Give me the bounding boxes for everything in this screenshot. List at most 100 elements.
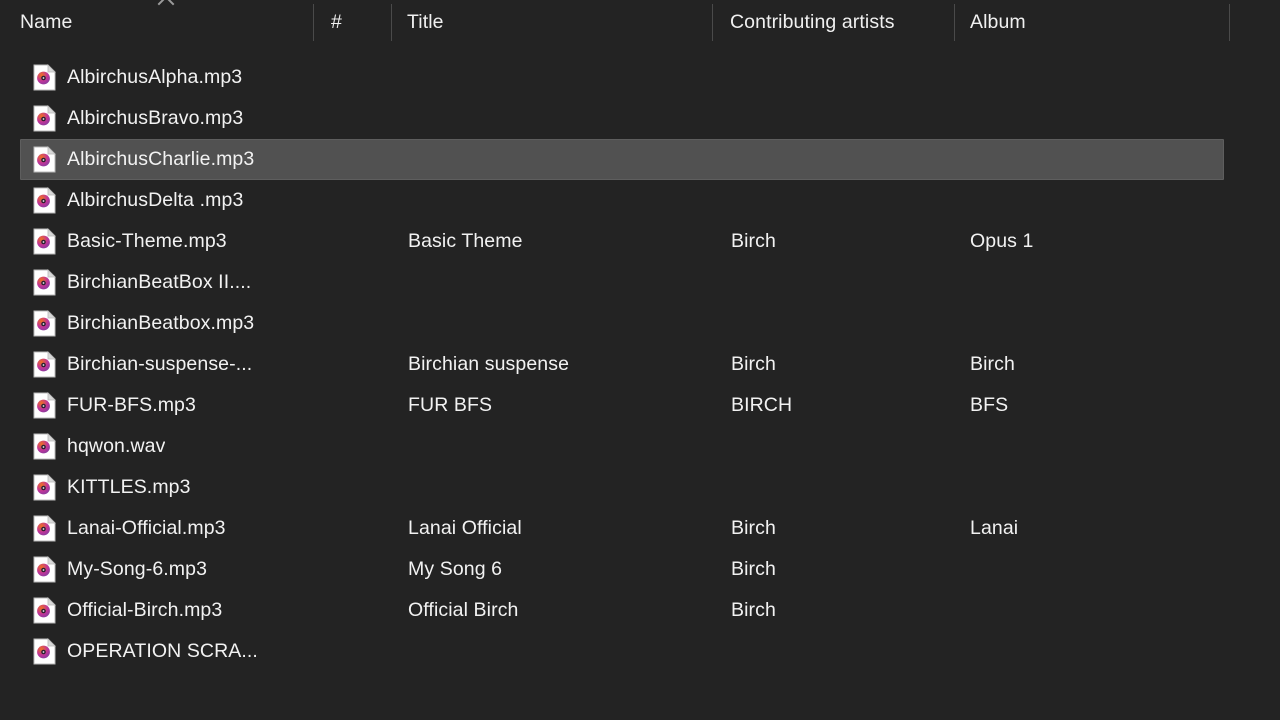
cell-contributing-artists[interactable]: Birch [714, 345, 954, 384]
column-divider-name-track[interactable] [313, 4, 314, 41]
cell-title[interactable] [393, 263, 711, 302]
cell-contributing-artists[interactable]: Birch [714, 550, 954, 589]
cell-title[interactable]: Birchian suspense [393, 345, 711, 384]
cell-album[interactable] [955, 591, 1223, 630]
cell-name[interactable]: OPERATION SCRA... [33, 632, 313, 671]
table-row[interactable]: AlbirchusDelta .mp3 [20, 180, 1224, 221]
cell-title[interactable]: Basic Theme [393, 222, 711, 261]
cell-name[interactable]: AlbirchusDelta .mp3 [33, 181, 313, 220]
cell-contributing-artists[interactable] [714, 140, 954, 179]
cell-name[interactable]: Birchian-suspense-... [33, 345, 313, 384]
cell-track-number[interactable] [315, 386, 393, 425]
cell-name[interactable]: BirchianBeatBox II.... [33, 263, 313, 302]
cell-name[interactable]: AlbirchusBravo.mp3 [33, 99, 313, 138]
column-header-contributing-artists[interactable]: Contributing artists [713, 0, 954, 45]
cell-track-number[interactable] [315, 468, 393, 507]
cell-name[interactable]: Official-Birch.mp3 [33, 591, 313, 630]
cell-name[interactable]: AlbirchusAlpha.mp3 [33, 58, 313, 97]
table-row[interactable]: FUR-BFS.mp3 FUR BFSBIRCHBFS [20, 385, 1224, 426]
cell-name[interactable]: My-Song-6.mp3 [33, 550, 313, 589]
table-row[interactable]: My-Song-6.mp3 My Song 6Birch [20, 549, 1224, 590]
table-row[interactable]: AlbirchusAlpha.mp3 [20, 57, 1224, 98]
column-divider-track-title[interactable] [391, 4, 392, 41]
cell-name[interactable]: KITTLES.mp3 [33, 468, 313, 507]
cell-contributing-artists[interactable]: BIRCH [714, 386, 954, 425]
cell-title[interactable] [393, 468, 711, 507]
cell-track-number[interactable] [315, 263, 393, 302]
cell-title[interactable] [393, 181, 711, 220]
cell-title[interactable] [393, 140, 711, 179]
cell-contributing-artists[interactable] [714, 632, 954, 671]
cell-album[interactable]: Opus 1 [955, 222, 1223, 261]
table-row[interactable]: KITTLES.mp3 [20, 467, 1224, 508]
table-row[interactable]: AlbirchusBravo.mp3 [20, 98, 1224, 139]
table-row[interactable]: hqwon.wav [20, 426, 1224, 467]
cell-album[interactable] [955, 263, 1223, 302]
table-row[interactable]: AlbirchusCharlie.mp3 [20, 139, 1224, 180]
table-row[interactable]: Basic-Theme.mp3 Basic ThemeBirchOpus 1 [20, 221, 1224, 262]
cell-album[interactable]: Birch [955, 345, 1223, 384]
cell-album[interactable] [955, 140, 1223, 179]
cell-contributing-artists[interactable] [714, 99, 954, 138]
table-row[interactable]: Official-Birch.mp3 Official BirchBirch [20, 590, 1224, 631]
cell-track-number[interactable] [315, 591, 393, 630]
cell-contributing-artists[interactable] [714, 181, 954, 220]
cell-name[interactable]: FUR-BFS.mp3 [33, 386, 313, 425]
cell-album[interactable] [955, 304, 1223, 343]
table-row[interactable]: Lanai-Official.mp3 Lanai OfficialBirchLan… [20, 508, 1224, 549]
cell-album[interactable] [955, 550, 1223, 589]
cell-album[interactable]: Lanai [955, 509, 1223, 548]
cell-track-number[interactable] [315, 304, 393, 343]
cell-track-number[interactable] [315, 345, 393, 384]
cell-track-number[interactable] [315, 181, 393, 220]
cell-contributing-artists[interactable] [714, 468, 954, 507]
cell-album[interactable]: BFS [955, 386, 1223, 425]
cell-title[interactable]: Lanai Official [393, 509, 711, 548]
column-header-track-number[interactable]: # [314, 0, 392, 45]
cell-track-number[interactable] [315, 140, 393, 179]
cell-title[interactable]: Official Birch [393, 591, 711, 630]
cell-album[interactable] [955, 99, 1223, 138]
cell-track-number[interactable] [315, 99, 393, 138]
cell-title[interactable]: My Song 6 [393, 550, 711, 589]
cell-album[interactable] [955, 58, 1223, 97]
cell-title[interactable] [393, 632, 711, 671]
table-row[interactable]: Birchian-suspense-...Birchian suspenseBi… [20, 344, 1224, 385]
table-row[interactable]: BirchianBeatBox II.... [20, 262, 1224, 303]
cell-track-number[interactable] [315, 427, 393, 466]
cell-name[interactable]: AlbirchusCharlie.mp3 [33, 140, 313, 179]
cell-name[interactable]: hqwon.wav [33, 427, 313, 466]
cell-album[interactable] [955, 427, 1223, 466]
cell-contributing-artists[interactable] [714, 263, 954, 302]
cell-contributing-artists[interactable] [714, 304, 954, 343]
column-header-album[interactable]: Album [955, 0, 1229, 45]
cell-contributing-artists[interactable] [714, 58, 954, 97]
cell-name[interactable]: BirchianBeatbox.mp3 [33, 304, 313, 343]
cell-title[interactable]: FUR BFS [393, 386, 711, 425]
cell-title[interactable] [393, 99, 711, 138]
table-row[interactable]: OPERATION SCRA... [20, 631, 1224, 672]
cell-title[interactable] [393, 304, 711, 343]
cell-contributing-artists[interactable]: Birch [714, 509, 954, 548]
cell-track-number[interactable] [315, 222, 393, 261]
table-row[interactable]: BirchianBeatbox.mp3 [20, 303, 1224, 344]
cell-name[interactable]: Lanai-Official.mp3 [33, 509, 313, 548]
column-divider-album-end[interactable] [1229, 4, 1230, 41]
cell-title[interactable] [393, 427, 711, 466]
cell-contributing-artists[interactable]: Birch [714, 222, 954, 261]
cell-contributing-artists[interactable]: Birch [714, 591, 954, 630]
cell-track-number[interactable] [315, 550, 393, 589]
column-header-name[interactable]: Name [20, 0, 312, 45]
cell-album[interactable] [955, 181, 1223, 220]
cell-track-number[interactable] [315, 58, 393, 97]
column-header-title[interactable]: Title [392, 0, 712, 45]
cell-album[interactable] [955, 632, 1223, 671]
cell-album[interactable] [955, 468, 1223, 507]
cell-track-number[interactable] [315, 632, 393, 671]
cell-title[interactable] [393, 58, 711, 97]
cell-contributing-artists[interactable] [714, 427, 954, 466]
column-divider-artists-album[interactable] [954, 4, 955, 41]
cell-name[interactable]: Basic-Theme.mp3 [33, 222, 313, 261]
cell-track-number[interactable] [315, 509, 393, 548]
column-divider-title-artists[interactable] [712, 4, 713, 41]
